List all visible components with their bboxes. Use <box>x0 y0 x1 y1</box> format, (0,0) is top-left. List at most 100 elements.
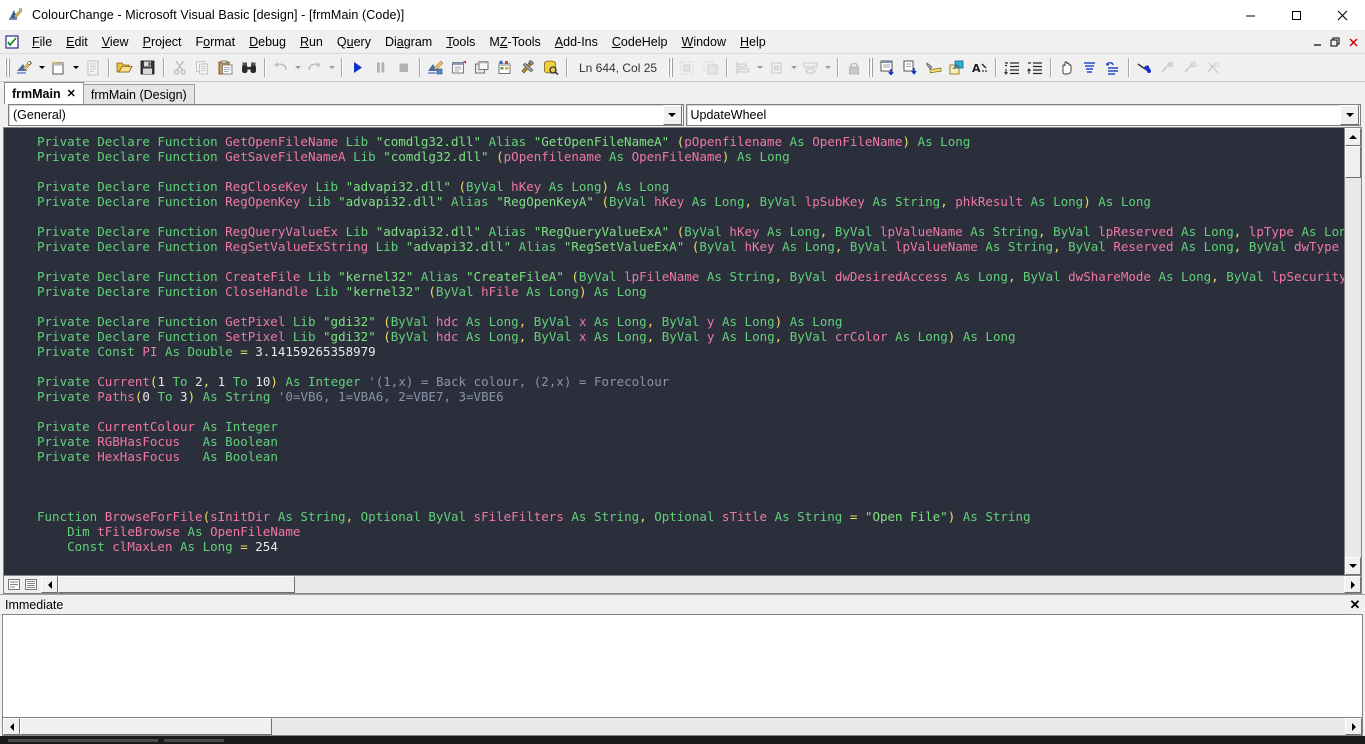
immediate-hscroll-left-button[interactable] <box>3 718 20 735</box>
start-button[interactable] <box>346 57 369 79</box>
mdi-restore-button[interactable] <box>1327 34 1344 51</box>
save-project-button[interactable] <box>136 57 159 79</box>
codehelp-paint4-button[interactable] <box>1202 57 1225 79</box>
menu-editor-button[interactable] <box>81 57 104 79</box>
open-project-button[interactable] <box>113 57 136 79</box>
align-left-button[interactable] <box>731 57 754 79</box>
object-browser-button[interactable] <box>493 57 516 79</box>
menu-window[interactable]: Window <box>675 32 733 52</box>
undo-lines-button[interactable] <box>1101 57 1124 79</box>
mz-indent-button[interactable] <box>1000 57 1023 79</box>
menu-debug[interactable]: Debug <box>242 32 293 52</box>
tab-frm-main-code[interactable]: frmMain ✕ <box>4 82 84 104</box>
mdi-minimize-button[interactable] <box>1309 34 1326 51</box>
immediate-close-icon[interactable]: ✕ <box>1347 597 1363 613</box>
lock-controls-button[interactable] <box>842 57 865 79</box>
center-dropdown[interactable] <box>788 57 799 79</box>
menu-edit[interactable]: Edit <box>59 32 95 52</box>
break-button[interactable] <box>369 57 392 79</box>
menu-help[interactable]: Help <box>733 32 773 52</box>
mz-copy-button[interactable] <box>945 57 968 79</box>
add-form-button[interactable] <box>47 57 70 79</box>
menu-format[interactable]: Format <box>189 32 243 52</box>
menu-mz-tools[interactable]: MZ-Tools <box>482 32 547 52</box>
menu-view[interactable]: View <box>95 32 136 52</box>
menu-project[interactable]: Project <box>136 32 189 52</box>
hscroll-track[interactable] <box>58 576 1344 593</box>
menu-query[interactable]: Query <box>330 32 378 52</box>
align-grid2-button[interactable] <box>699 57 722 79</box>
copy-button[interactable] <box>191 57 214 79</box>
mz-outdent-button[interactable] <box>1023 57 1046 79</box>
code-vertical-scrollbar[interactable] <box>1344 128 1361 575</box>
redo-button[interactable] <box>303 57 326 79</box>
toolbar-grip[interactable] <box>4 57 11 78</box>
immediate-hscroll-thumb[interactable] <box>20 718 272 735</box>
data-view-button[interactable] <box>539 57 562 79</box>
object-combo[interactable]: (General) <box>8 104 684 126</box>
center-button[interactable] <box>765 57 788 79</box>
find-button[interactable] <box>237 57 260 79</box>
menu-diagram[interactable]: Diagram <box>378 32 439 52</box>
menu-add-ins[interactable]: Add-Ins <box>548 32 605 52</box>
properties-window-button[interactable] <box>447 57 470 79</box>
undo-dropdown[interactable] <box>292 57 303 79</box>
chevron-down-icon[interactable] <box>663 105 682 125</box>
end-button[interactable] <box>392 57 415 79</box>
scroll-down-button[interactable] <box>1345 557 1361 575</box>
toolbar-grip-2[interactable] <box>667 57 674 78</box>
scroll-up-button[interactable] <box>1345 128 1361 146</box>
redo-dropdown[interactable] <box>326 57 337 79</box>
mz-review-button[interactable] <box>922 57 945 79</box>
immediate-horizontal-scrollbar[interactable] <box>2 718 1363 736</box>
hand-button[interactable] <box>1055 57 1078 79</box>
hscroll-thumb[interactable] <box>58 576 295 593</box>
chevron-down-icon[interactable] <box>1340 105 1359 125</box>
mz-procedure-button[interactable] <box>876 57 899 79</box>
hscroll-right-button[interactable] <box>1344 576 1361 593</box>
menu-run[interactable]: Run <box>293 32 330 52</box>
procedure-view-icon[interactable] <box>6 577 22 593</box>
code-text-area[interactable]: Private Declare Function GetOpenFileName… <box>4 128 1344 575</box>
immediate-body[interactable] <box>2 614 1363 718</box>
paste-button[interactable] <box>214 57 237 79</box>
hscroll-left-button[interactable] <box>41 576 58 593</box>
undo-button[interactable] <box>269 57 292 79</box>
form-layout-button[interactable] <box>470 57 493 79</box>
full-module-view-icon[interactable] <box>23 577 39 593</box>
vscroll-track[interactable] <box>1345 146 1361 557</box>
menu-tools[interactable]: Tools <box>439 32 482 52</box>
immediate-title-label: Immediate <box>5 598 63 612</box>
window-close-button[interactable] <box>1319 0 1365 30</box>
add-form-dropdown[interactable] <box>70 57 81 79</box>
immediate-hscroll-right-button[interactable] <box>1345 718 1362 735</box>
align-left-dropdown[interactable] <box>754 57 765 79</box>
project-explorer-button[interactable] <box>424 57 447 79</box>
window-minimize-button[interactable] <box>1227 0 1273 30</box>
tab-close-icon[interactable]: ✕ <box>67 87 76 100</box>
mz-find-button[interactable]: A <box>968 57 991 79</box>
menu-codehelp[interactable]: CodeHelp <box>605 32 675 52</box>
procedure-combo[interactable]: UpdateWheel <box>686 104 1362 126</box>
codehelp-paint-button[interactable] <box>1133 57 1156 79</box>
immediate-hscroll-track[interactable] <box>20 718 1345 735</box>
window-maximize-button[interactable] <box>1273 0 1319 30</box>
align-grid-button[interactable] <box>676 57 699 79</box>
vscroll-thumb[interactable] <box>1345 146 1361 178</box>
toolbox-button[interactable] <box>516 57 539 79</box>
immediate-text-area[interactable] <box>3 615 1362 717</box>
add-project-dropdown[interactable] <box>36 57 47 79</box>
codehelp-paint2-button[interactable] <box>1156 57 1179 79</box>
immediate-window: Immediate ✕ <box>0 594 1365 736</box>
size-dropdown[interactable] <box>822 57 833 79</box>
codehelp-paint3-button[interactable] <box>1179 57 1202 79</box>
mdi-close-button[interactable] <box>1345 34 1362 51</box>
toolbar-grip-3[interactable] <box>867 57 874 78</box>
menu-file[interactable]: File <box>25 32 59 52</box>
sort-lines-button[interactable] <box>1078 57 1101 79</box>
cut-button[interactable] <box>168 57 191 79</box>
add-project-button[interactable] <box>13 57 36 79</box>
size-button[interactable] <box>799 57 822 79</box>
tab-frm-main-design[interactable]: frmMain (Design) <box>83 84 195 104</box>
mz-module-button[interactable] <box>899 57 922 79</box>
